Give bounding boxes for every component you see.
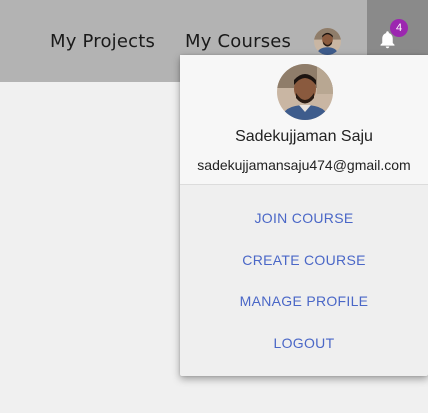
profile-avatar <box>277 64 333 120</box>
profile-email: sadekujjamansaju474@gmail.com <box>197 157 411 173</box>
notification-count-badge: 4 <box>390 19 408 37</box>
avatar-photo-icon <box>277 64 333 120</box>
user-avatar[interactable] <box>314 28 341 55</box>
create-course-button[interactable]: CREATE COURSE <box>180 243 428 277</box>
join-course-button[interactable]: JOIN COURSE <box>180 201 428 235</box>
nav-my-projects[interactable]: My Projects <box>50 31 155 52</box>
profile-dropdown: Sadekujjaman Saju sadekujjamansaju474@gm… <box>180 55 428 376</box>
avatar-photo-icon <box>314 28 341 55</box>
logout-button[interactable]: LOGOUT <box>180 326 428 360</box>
profile-name: Sadekujjaman Saju <box>235 128 373 145</box>
manage-profile-button[interactable]: MANAGE PROFILE <box>180 284 428 318</box>
profile-card: Sadekujjaman Saju sadekujjamansaju474@gm… <box>180 55 428 185</box>
nav-my-courses[interactable]: My Courses <box>185 31 291 52</box>
